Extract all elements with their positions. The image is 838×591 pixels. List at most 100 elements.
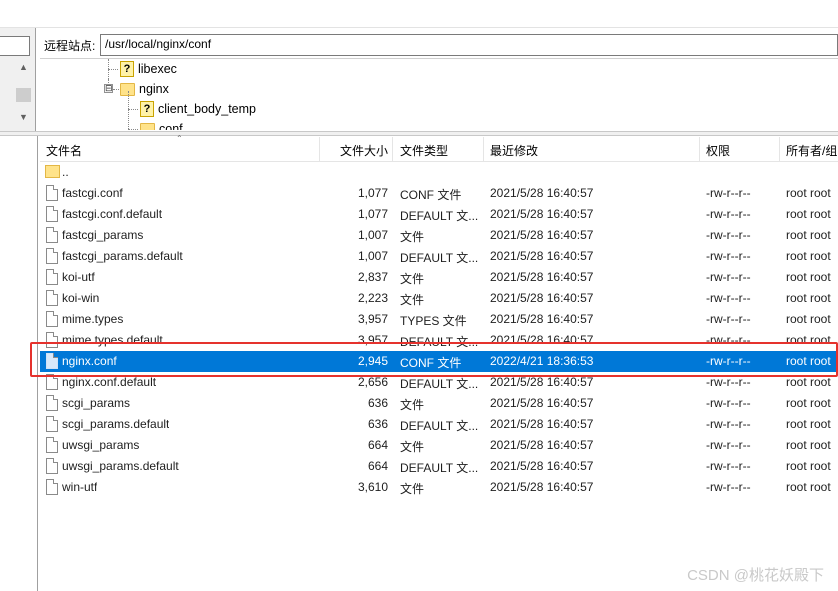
- file-modified: 2021/5/28 16:40:57: [490, 333, 594, 347]
- column-header-permissions[interactable]: 权限: [706, 142, 730, 159]
- file-modified: 2022/4/21 18:36:53: [490, 354, 594, 368]
- file-name: fastcgi_params.default: [62, 249, 183, 263]
- file-owner: root root: [786, 438, 831, 452]
- file-row[interactable]: uwsgi_params 664 文件 2021/5/28 16:40:57 -rw-r…: [40, 435, 838, 456]
- remote-file-list: ⌃ 文件名 文件大小 文件类型 最近修改 权限 所有者/组 .. fastcgi…: [40, 134, 838, 591]
- column-separator[interactable]: [779, 137, 780, 162]
- scrollbar-thumb[interactable]: [16, 88, 31, 102]
- local-site-path-input[interactable]: [0, 36, 30, 56]
- column-separator[interactable]: [392, 137, 393, 162]
- file-type: DEFAULT 文...: [400, 209, 479, 223]
- file-owner: root root: [786, 396, 831, 410]
- column-separator[interactable]: [319, 137, 320, 162]
- file-size: 2,837: [357, 270, 388, 284]
- column-header-name[interactable]: 文件名: [46, 142, 82, 159]
- column-header-owner[interactable]: 所有者/组: [786, 142, 837, 159]
- file-size: 1,077: [357, 207, 388, 221]
- file-row[interactable]: koi-win 2,223 文件 2021/5/28 16:40:57 -rw-r--r…: [40, 288, 838, 309]
- file-owner: root root: [786, 333, 831, 347]
- file-row[interactable]: koi-utf 2,837 文件 2021/5/28 16:40:57 -rw-r--r…: [40, 267, 838, 288]
- file-size: 3,610: [357, 480, 388, 494]
- file-permissions: -rw-r--r--: [706, 480, 751, 494]
- file-name: koi-utf: [62, 270, 95, 284]
- file-icon: [46, 185, 58, 201]
- file-icon: [46, 437, 58, 453]
- file-name: scgi_params.default: [62, 417, 170, 431]
- tree-node-conf[interactable]: conf: [140, 119, 183, 130]
- file-permissions: -rw-r--r--: [706, 354, 751, 368]
- file-name: nginx.conf: [62, 354, 117, 368]
- column-header-modified[interactable]: 最近修改: [490, 142, 538, 159]
- file-permissions: -rw-r--r--: [706, 249, 751, 263]
- file-type: DEFAULT 文...: [400, 419, 479, 433]
- scroll-down-icon[interactable]: ▼: [19, 112, 28, 122]
- local-file-list: [0, 136, 38, 591]
- file-size: 3,957: [357, 312, 388, 326]
- file-modified: 2021/5/28 16:40:57: [490, 417, 594, 431]
- file-size: 2,945: [357, 354, 388, 368]
- column-separator[interactable]: [699, 137, 700, 162]
- file-type: 文件: [400, 230, 425, 244]
- file-name: fastcgi.conf.default: [62, 207, 163, 221]
- file-modified: 2021/5/28 16:40:57: [490, 438, 594, 452]
- file-icon: [46, 227, 58, 243]
- file-owner: root root: [786, 270, 831, 284]
- file-permissions: -rw-r--r--: [706, 186, 751, 200]
- file-row[interactable]: scgi_params 636 文件 2021/5/28 16:40:57 -rw-r-…: [40, 393, 838, 414]
- file-type: 文件: [400, 440, 425, 454]
- tree-node-client-body-temp[interactable]: ? client_body_temp: [140, 99, 256, 119]
- column-header-size[interactable]: 文件大小: [340, 142, 388, 159]
- file-size: 1,077: [357, 186, 388, 200]
- file-modified: 2021/5/28 16:40:57: [490, 270, 594, 284]
- file-row[interactable]: nginx.conf.default 2,656 DEFAULT 文... 2021/…: [40, 372, 838, 393]
- file-type: CONF 文件: [400, 188, 462, 202]
- file-permissions: -rw-r--r--: [706, 396, 751, 410]
- file-icon: [46, 206, 58, 222]
- file-permissions: -rw-r--r--: [706, 375, 751, 389]
- file-icon: [46, 311, 58, 327]
- file-size: 664: [367, 459, 388, 473]
- file-modified: 2021/5/28 16:40:57: [490, 291, 594, 305]
- file-size: 636: [367, 417, 388, 431]
- column-separator[interactable]: [483, 137, 484, 162]
- file-permissions: -rw-r--r--: [706, 270, 751, 284]
- remote-site-bar: 远程站点: /usr/local/nginx/conf: [40, 34, 838, 56]
- tree-connector: [128, 129, 138, 130]
- file-modified: 2021/5/28 16:40:57: [490, 396, 594, 410]
- remote-site-label: 远程站点:: [44, 39, 96, 53]
- file-row[interactable]: fastcgi.conf 1,077 CONF 文件 2021/5/28 16:40:…: [40, 183, 838, 204]
- scroll-up-icon[interactable]: ▲: [19, 62, 28, 72]
- file-row[interactable]: mime.types 3,957 TYPES 文件 2021/5/28 16:40:5…: [40, 309, 838, 330]
- file-owner: root root: [786, 186, 831, 200]
- file-owner: root root: [786, 480, 831, 494]
- parent-directory-row[interactable]: ..: [40, 162, 838, 183]
- file-row[interactable]: uwsgi_params.default 664 DEFAULT 文... 2021/…: [40, 456, 838, 477]
- file-permissions: -rw-r--r--: [706, 228, 751, 242]
- file-icon: [46, 353, 58, 369]
- tree-collapse-icon[interactable]: ⊟: [104, 84, 113, 93]
- remote-site-path-input[interactable]: /usr/local/nginx/conf: [100, 34, 838, 56]
- file-name: uwsgi_params.default: [62, 459, 179, 473]
- pane-splitter[interactable]: [0, 131, 838, 136]
- tree-node-libexec[interactable]: ? libexec: [120, 59, 177, 79]
- file-type: 文件: [400, 482, 425, 496]
- file-row[interactable]: scgi_params.default 636 DEFAULT 文... 2021/5…: [40, 414, 838, 435]
- file-name: nginx.conf.default: [62, 375, 157, 389]
- file-row[interactable]: nginx.conf 2,945 CONF 文件 2022/4/21 18:36:53…: [40, 351, 838, 372]
- file-owner: root root: [786, 312, 831, 326]
- file-list-header: ⌃ 文件名 文件大小 文件类型 最近修改 权限 所有者/组: [40, 134, 838, 162]
- file-owner: root root: [786, 228, 831, 242]
- tree-connector: [108, 69, 118, 70]
- file-icon: [46, 290, 58, 306]
- file-icon: [46, 332, 58, 348]
- file-type: DEFAULT 文...: [400, 251, 479, 265]
- file-row[interactable]: fastcgi_params.default 1,007 DEFAULT 文... 2…: [40, 246, 838, 267]
- file-permissions: -rw-r--r--: [706, 417, 751, 431]
- file-modified: 2021/5/28 16:40:57: [490, 207, 594, 221]
- column-header-type[interactable]: 文件类型: [400, 142, 448, 159]
- file-row[interactable]: mime.types.default 3,957 DEFAULT 文... 2021/…: [40, 330, 838, 351]
- file-row[interactable]: win-utf 3,610 文件 2021/5/28 16:40:57 -rw-r--r…: [40, 477, 838, 498]
- file-row[interactable]: fastcgi.conf.default 1,077 DEFAULT 文... 202…: [40, 204, 838, 225]
- question-folder-icon: ?: [120, 61, 134, 77]
- file-row[interactable]: fastcgi_params 1,007 文件 2021/5/28 16:40:57 -…: [40, 225, 838, 246]
